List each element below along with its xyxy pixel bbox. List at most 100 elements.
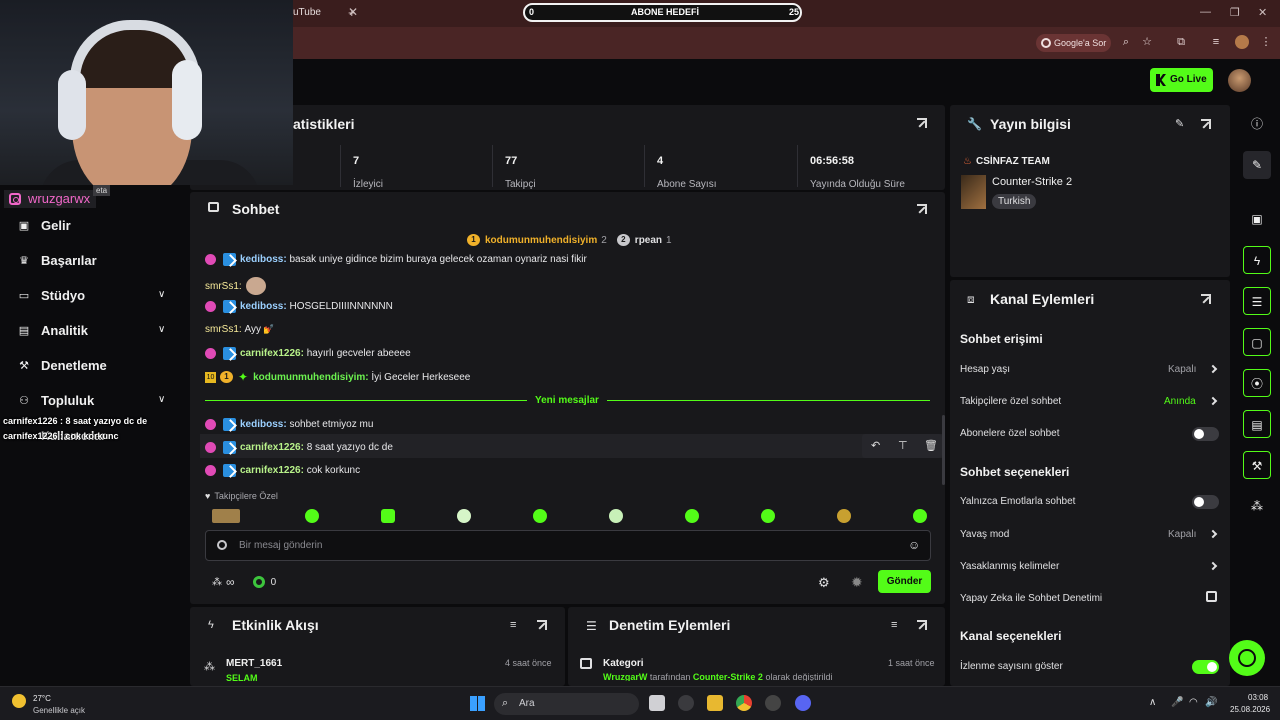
go-live-button[interactable]: Go Live <box>1150 68 1213 92</box>
chat-message[interactable]: carnifex1226: hayırlı gecveler abeeee <box>205 347 411 360</box>
chevron-down-icon[interactable]: ∨ <box>158 394 170 406</box>
emoji-icon[interactable]: ☺ <box>908 538 920 552</box>
chat-message[interactable]: kediboss: sohbet etmiyoz mu <box>205 418 373 431</box>
sidebar-item-gelir[interactable]: ▣ Gelir <box>18 218 71 233</box>
chat-username[interactable]: smrSs1: <box>205 324 242 335</box>
popout-icon[interactable] <box>917 118 927 128</box>
emote-crowd-icon[interactable] <box>212 509 240 523</box>
plus-icon[interactable]: + <box>348 5 356 20</box>
chat-message[interactable]: 10 1 ✦ kodumunmuhendisiyim: İyi Geceler Her… <box>205 370 470 384</box>
emote-icon[interactable] <box>761 509 775 523</box>
weather-temp[interactable]: 27°C <box>33 694 51 703</box>
emote-icon[interactable] <box>381 509 395 523</box>
edit-pencil-icon[interactable]: ✎ <box>1175 117 1184 130</box>
chat-username[interactable]: smrSs1: <box>205 281 242 292</box>
activity-user[interactable]: MERT_1661 <box>226 658 282 669</box>
chat-message[interactable]: carnifex1226: 8 saat yazıyo dc de <box>205 441 393 454</box>
chevron-down-icon[interactable]: ∨ <box>158 289 170 301</box>
community-rail-icon[interactable]: ⁂ <box>1243 492 1271 520</box>
chat-message[interactable]: smrSs1: Ayy 💅 <box>205 324 274 335</box>
popout-icon[interactable] <box>917 204 927 214</box>
banned-words-label[interactable]: Yasaklanmış kelimeler <box>960 561 1059 572</box>
chat-message-input[interactable]: Bir mesaj gönderin ☺ <box>205 530 931 561</box>
filter-icon[interactable]: ≡ <box>891 619 897 631</box>
account-age-label[interactable]: Hesap yaşı <box>960 364 1010 375</box>
user-avatar[interactable] <box>1228 69 1251 92</box>
wordpress-app-icon[interactable] <box>678 695 694 711</box>
chat-rail-icon[interactable]: ▢ <box>1243 328 1271 356</box>
chat-message[interactable]: carnifex1226: cok korkunc <box>205 464 360 477</box>
sidebar-item-basarilar[interactable]: ♛ Başarılar <box>18 253 97 268</box>
chevron-down-icon[interactable]: ∨ <box>158 324 170 336</box>
chat-scrollbar[interactable] <box>942 415 945 485</box>
broadcast-rail-icon[interactable]: ⦿ <box>1243 369 1271 397</box>
clock-time[interactable]: 03:08 <box>1248 693 1268 702</box>
stream-language-tag[interactable]: Turkish <box>992 194 1037 209</box>
clock-date[interactable]: 25.08.2026 <box>1230 705 1270 714</box>
sidebar-item-analitik[interactable]: ▤ Analitik <box>18 323 88 338</box>
gifter-name[interactable]: rpean <box>635 235 662 246</box>
delete-icon[interactable]: 🗑 <box>924 439 938 452</box>
moderation-category[interactable]: Counter-Strike 2 <box>693 672 763 681</box>
sidebar-item-topluluk[interactable]: ⚇ Topluluk <box>18 393 94 408</box>
browser-profile-avatar[interactable] <box>1235 35 1249 49</box>
taskbar-search[interactable]: ⌕ Ara <box>494 693 639 715</box>
chat-username[interactable]: carnifex1226: <box>240 442 304 453</box>
zoom-icon[interactable]: ⌕ <box>1120 36 1132 48</box>
microphone-icon[interactable]: 🎤 <box>1171 697 1183 708</box>
help-chat-button[interactable] <box>1229 640 1265 676</box>
bolt-rail-icon[interactable]: ϟ <box>1243 246 1271 274</box>
show-viewers-toggle[interactable] <box>1192 660 1219 674</box>
edit-icon[interactable]: ✎ <box>1243 151 1271 179</box>
followers-chat-label[interactable]: Takipçilere özel sohbet <box>960 396 1061 407</box>
chat-username[interactable]: kediboss: <box>240 419 287 430</box>
browser-tab-title[interactable]: uTube <box>293 7 321 18</box>
moderation-user[interactable]: WruzgarW <box>603 672 647 681</box>
minimize-icon[interactable]: — <box>1200 6 1211 18</box>
video-icon[interactable]: ▣ <box>1243 205 1271 233</box>
maximize-icon[interactable]: ❐ <box>1230 6 1240 19</box>
send-button[interactable]: Gönder <box>878 570 931 593</box>
bookmark-star-icon[interactable]: ☆ <box>1141 36 1153 48</box>
volume-icon[interactable]: 🔊 <box>1205 697 1217 708</box>
close-window-icon[interactable]: ✕ <box>1258 6 1267 19</box>
emote-icon[interactable] <box>837 509 851 523</box>
category-thumbnail[interactable] <box>961 175 986 209</box>
task-view-icon[interactable] <box>649 695 665 711</box>
list-rail-icon[interactable]: ☰ <box>1243 287 1271 315</box>
emote-icon[interactable] <box>305 509 319 523</box>
browser-menu-icon[interactable]: ⋮ <box>1260 36 1272 48</box>
input-badge-icon[interactable] <box>217 540 227 550</box>
chat-username[interactable]: kediboss: <box>240 254 287 265</box>
pin-icon[interactable]: ⊤ <box>898 439 908 452</box>
discord-icon[interactable] <box>795 695 811 711</box>
reply-icon[interactable]: ↶ <box>871 439 880 452</box>
file-explorer-icon[interactable] <box>707 695 723 711</box>
chat-message[interactable]: kediboss: HOSGELDIIIINNNNNN <box>205 300 393 313</box>
emote-icon[interactable] <box>609 509 623 523</box>
sidebar-item-studyo[interactable]: ▭ Stüdyo <box>18 288 85 303</box>
slow-mode-label[interactable]: Yavaş mod <box>960 529 1009 540</box>
sidebar-item-denetleme[interactable]: ⚒ Denetleme <box>18 358 107 373</box>
chat-username[interactable]: kodumunmuhendisiyim: <box>253 372 369 383</box>
popout-icon[interactable] <box>1201 294 1211 304</box>
chrome-icon[interactable] <box>736 695 752 711</box>
ai-moderation-label[interactable]: Yapay Zeka ile Sohbet Denetimi <box>960 593 1102 604</box>
popout-icon[interactable] <box>917 620 927 630</box>
chat-message[interactable]: kediboss: basak uniye gidince bizim bura… <box>205 253 587 266</box>
chat-username[interactable]: carnifex1226: <box>240 465 304 476</box>
bot-icon[interactable]: ✹ <box>851 574 863 591</box>
subs-chat-toggle[interactable] <box>1192 427 1219 441</box>
emote-only-toggle[interactable] <box>1192 495 1219 509</box>
tray-chevron-icon[interactable]: ∧ <box>1149 697 1156 708</box>
chat-username[interactable]: kediboss: <box>240 301 287 312</box>
extensions-icon[interactable]: ⧉ <box>1175 36 1187 48</box>
stack-rail-icon[interactable]: ▤ <box>1243 410 1271 438</box>
steam-icon[interactable] <box>765 695 781 711</box>
gifter-name[interactable]: kodumunmuhendisiyim <box>485 235 597 246</box>
emote-icon[interactable] <box>533 509 547 523</box>
stream-category[interactable]: Counter-Strike 2 <box>992 176 1072 188</box>
external-link-icon[interactable] <box>1206 591 1217 602</box>
google-sor-button[interactable]: Google'a Sor <box>1036 34 1111 52</box>
chat-message[interactable]: smrSs1: <box>205 277 267 295</box>
